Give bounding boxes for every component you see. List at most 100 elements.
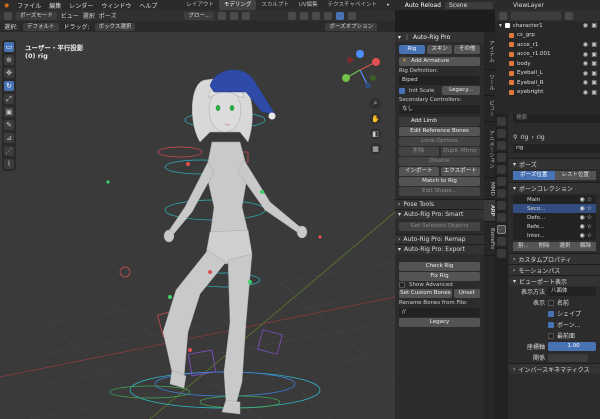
scale-icon[interactable]: ⤢ — [4, 94, 14, 104]
view-menu[interactable]: ビュー — [61, 11, 79, 20]
shape-checkbox[interactable] — [548, 310, 554, 317]
camera-icon[interactable]: ▣ — [591, 60, 597, 67]
menu-edit[interactable]: 編集 — [45, 1, 65, 10]
eye-icon[interactable]: ◉ — [583, 60, 588, 67]
workspace-tab-layout[interactable]: レイアウト — [181, 0, 219, 10]
properties-search-input[interactable]: 検索 — [513, 114, 600, 123]
modifier-tab-icon[interactable] — [497, 189, 506, 198]
add-armature-button[interactable]: Add Armature ✕ — [399, 57, 480, 66]
visibility-icon[interactable] — [288, 11, 297, 20]
camera-icon[interactable]: ▣ — [591, 51, 597, 58]
view-layer-selector[interactable]: ViewLayer — [509, 2, 548, 9]
bone-checkbox[interactable] — [548, 321, 554, 328]
select-button[interactable]: 選択 — [554, 242, 576, 251]
pose-breakdown-icon[interactable]: ⋰ — [4, 146, 14, 156]
shading-material-icon[interactable] — [348, 11, 357, 20]
overlay-icon[interactable] — [312, 11, 321, 20]
snap-icon[interactable] — [230, 11, 239, 20]
eye-icon[interactable]: ◉ — [583, 41, 588, 48]
bone-collections-section[interactable]: ▾ ボーンコレクション — [509, 182, 600, 193]
edit-shape-button[interactable]: Edit Shape... — [399, 187, 480, 196]
blender-logo-icon[interactable]: ◉ — [0, 2, 13, 9]
list-item[interactable]: Main ◉ ☆ — [513, 195, 596, 204]
outliner-row[interactable]: acce_r1.001 ◉ ▣ — [495, 50, 600, 60]
orientation-selector[interactable]: グロー... — [184, 11, 215, 20]
eye-icon[interactable]: ◉ — [583, 51, 588, 58]
list-item[interactable]: Inter... ◉ ☆ — [513, 231, 596, 240]
assign-button[interactable]: 割... — [513, 242, 534, 251]
rig-definition-select[interactable]: Biped — [399, 76, 480, 85]
tab-view[interactable]: ビュー — [484, 96, 495, 122]
grid-toggle-icon[interactable]: ▦ — [370, 143, 381, 154]
eye-icon[interactable]: ◉ — [583, 70, 588, 77]
rest-position-button[interactable]: レスト位置 — [554, 171, 596, 180]
pose-options-button[interactable]: ポーズオプション — [325, 22, 378, 31]
expand-arrow-icon[interactable]: ▾ — [499, 23, 502, 29]
export-section[interactable]: ▾ Auto-Rig Pro: Export — [395, 244, 484, 254]
tool-tab-icon[interactable] — [497, 117, 506, 126]
relations-select[interactable] — [548, 353, 588, 362]
eye-icon[interactable]: ◉ — [583, 22, 588, 29]
pose-tools-section[interactable]: › Pose Tools — [395, 199, 484, 209]
workspace-tab-uv[interactable]: UV編集 — [294, 0, 323, 10]
camera-icon[interactable]: ▣ — [591, 89, 597, 96]
workspace-tab-texture-paint[interactable]: テクスチャペイント — [323, 0, 382, 10]
bone-tab-icon[interactable] — [497, 237, 506, 246]
outliner-row[interactable]: body ◉ ▣ — [495, 59, 600, 69]
custom-props-section[interactable]: › カスタムプロパティ — [509, 253, 600, 264]
eye-icon[interactable]: ◉ ☆ — [579, 232, 592, 239]
menu-window[interactable]: ウィンドウ — [97, 1, 135, 10]
menu-file[interactable]: ファイル — [13, 1, 45, 10]
tab-mmd[interactable]: MMD — [484, 178, 495, 200]
menu-render[interactable]: レンダー — [65, 1, 97, 10]
rename-path-field[interactable]: // — [399, 308, 480, 317]
outliner-row[interactable]: eyebright ◉ ▣ — [495, 88, 600, 98]
mode-selector[interactable]: ポーズモード — [16, 11, 57, 20]
scene-tab-icon[interactable] — [497, 153, 506, 162]
gizmo-icon[interactable] — [300, 11, 309, 20]
init-scale-checkbox[interactable] — [399, 87, 405, 94]
output-tab-icon[interactable] — [497, 141, 506, 150]
bone-constraint-tab-icon[interactable] — [497, 249, 506, 258]
relax-icon[interactable]: ⌇ — [4, 159, 14, 169]
name-checkbox[interactable] — [548, 299, 554, 306]
measure-icon[interactable]: ⊿ — [4, 133, 14, 143]
list-item[interactable]: Defo... ◉ ☆ — [513, 213, 596, 222]
camera-icon[interactable]: ▣ — [591, 70, 597, 77]
box-select-selector[interactable]: ボックス選択 — [94, 22, 136, 31]
pose-menu[interactable]: ポーズ — [99, 11, 117, 20]
filter-icon[interactable] — [565, 11, 573, 20]
object-tab-icon[interactable] — [497, 177, 506, 186]
eye-icon[interactable]: ◉ ☆ — [579, 196, 592, 203]
deselect-button[interactable]: 解除 — [575, 242, 596, 251]
cursor-icon[interactable]: ⊕ — [4, 55, 14, 65]
tab-skin[interactable]: スキン — [426, 45, 453, 54]
unset-button[interactable]: Unset — [453, 289, 480, 298]
zoom-icon[interactable]: ⌕ — [370, 98, 381, 109]
transform-icon[interactable]: ▣ — [4, 107, 14, 117]
check-rig-button[interactable]: Check Rig — [399, 262, 480, 271]
tab-other[interactable]: その他 — [454, 45, 481, 54]
shading-solid-icon[interactable] — [336, 11, 345, 20]
match-to-rig-button[interactable]: Match to Rig — [399, 177, 480, 186]
set-custom-bones-button[interactable]: Set Custom Bones — [399, 289, 452, 298]
edit-reference-bones-button[interactable]: Edit Reference Bones — [399, 127, 480, 136]
disable-button[interactable]: Disable — [399, 157, 480, 166]
smart-section[interactable]: ▾ Auto-Rig Pro: Smart — [395, 209, 484, 219]
fix-rig-button[interactable]: Fix Rig — [399, 272, 480, 281]
secondary-controllers-select[interactable]: なし — [399, 105, 480, 114]
eye-icon[interactable]: ◉ — [583, 89, 588, 96]
outliner-search[interactable] — [511, 11, 561, 20]
list-item[interactable]: Refe... ◉ ☆ — [513, 222, 596, 231]
3d-viewport[interactable] — [0, 32, 395, 419]
outliner-row[interactable]: Eyeball_R ◉ ▣ — [495, 78, 600, 88]
auto-reload-label[interactable]: Auto Reload — [401, 2, 445, 9]
tab-bonefix[interactable]: BoneFix — [484, 222, 495, 256]
annotate-icon[interactable]: ✎ — [4, 120, 14, 130]
navigation-gizmo[interactable] — [338, 48, 383, 93]
axes-value-field[interactable]: 1.00 — [548, 342, 596, 351]
camera-icon[interactable]: ▣ — [591, 41, 597, 48]
armature-name-field[interactable]: rig — [513, 144, 600, 153]
outliner-row[interactable]: acce_r1 ◉ ▣ — [495, 40, 600, 50]
outliner-row[interactable]: Eyeball_L ◉ ▣ — [495, 69, 600, 79]
